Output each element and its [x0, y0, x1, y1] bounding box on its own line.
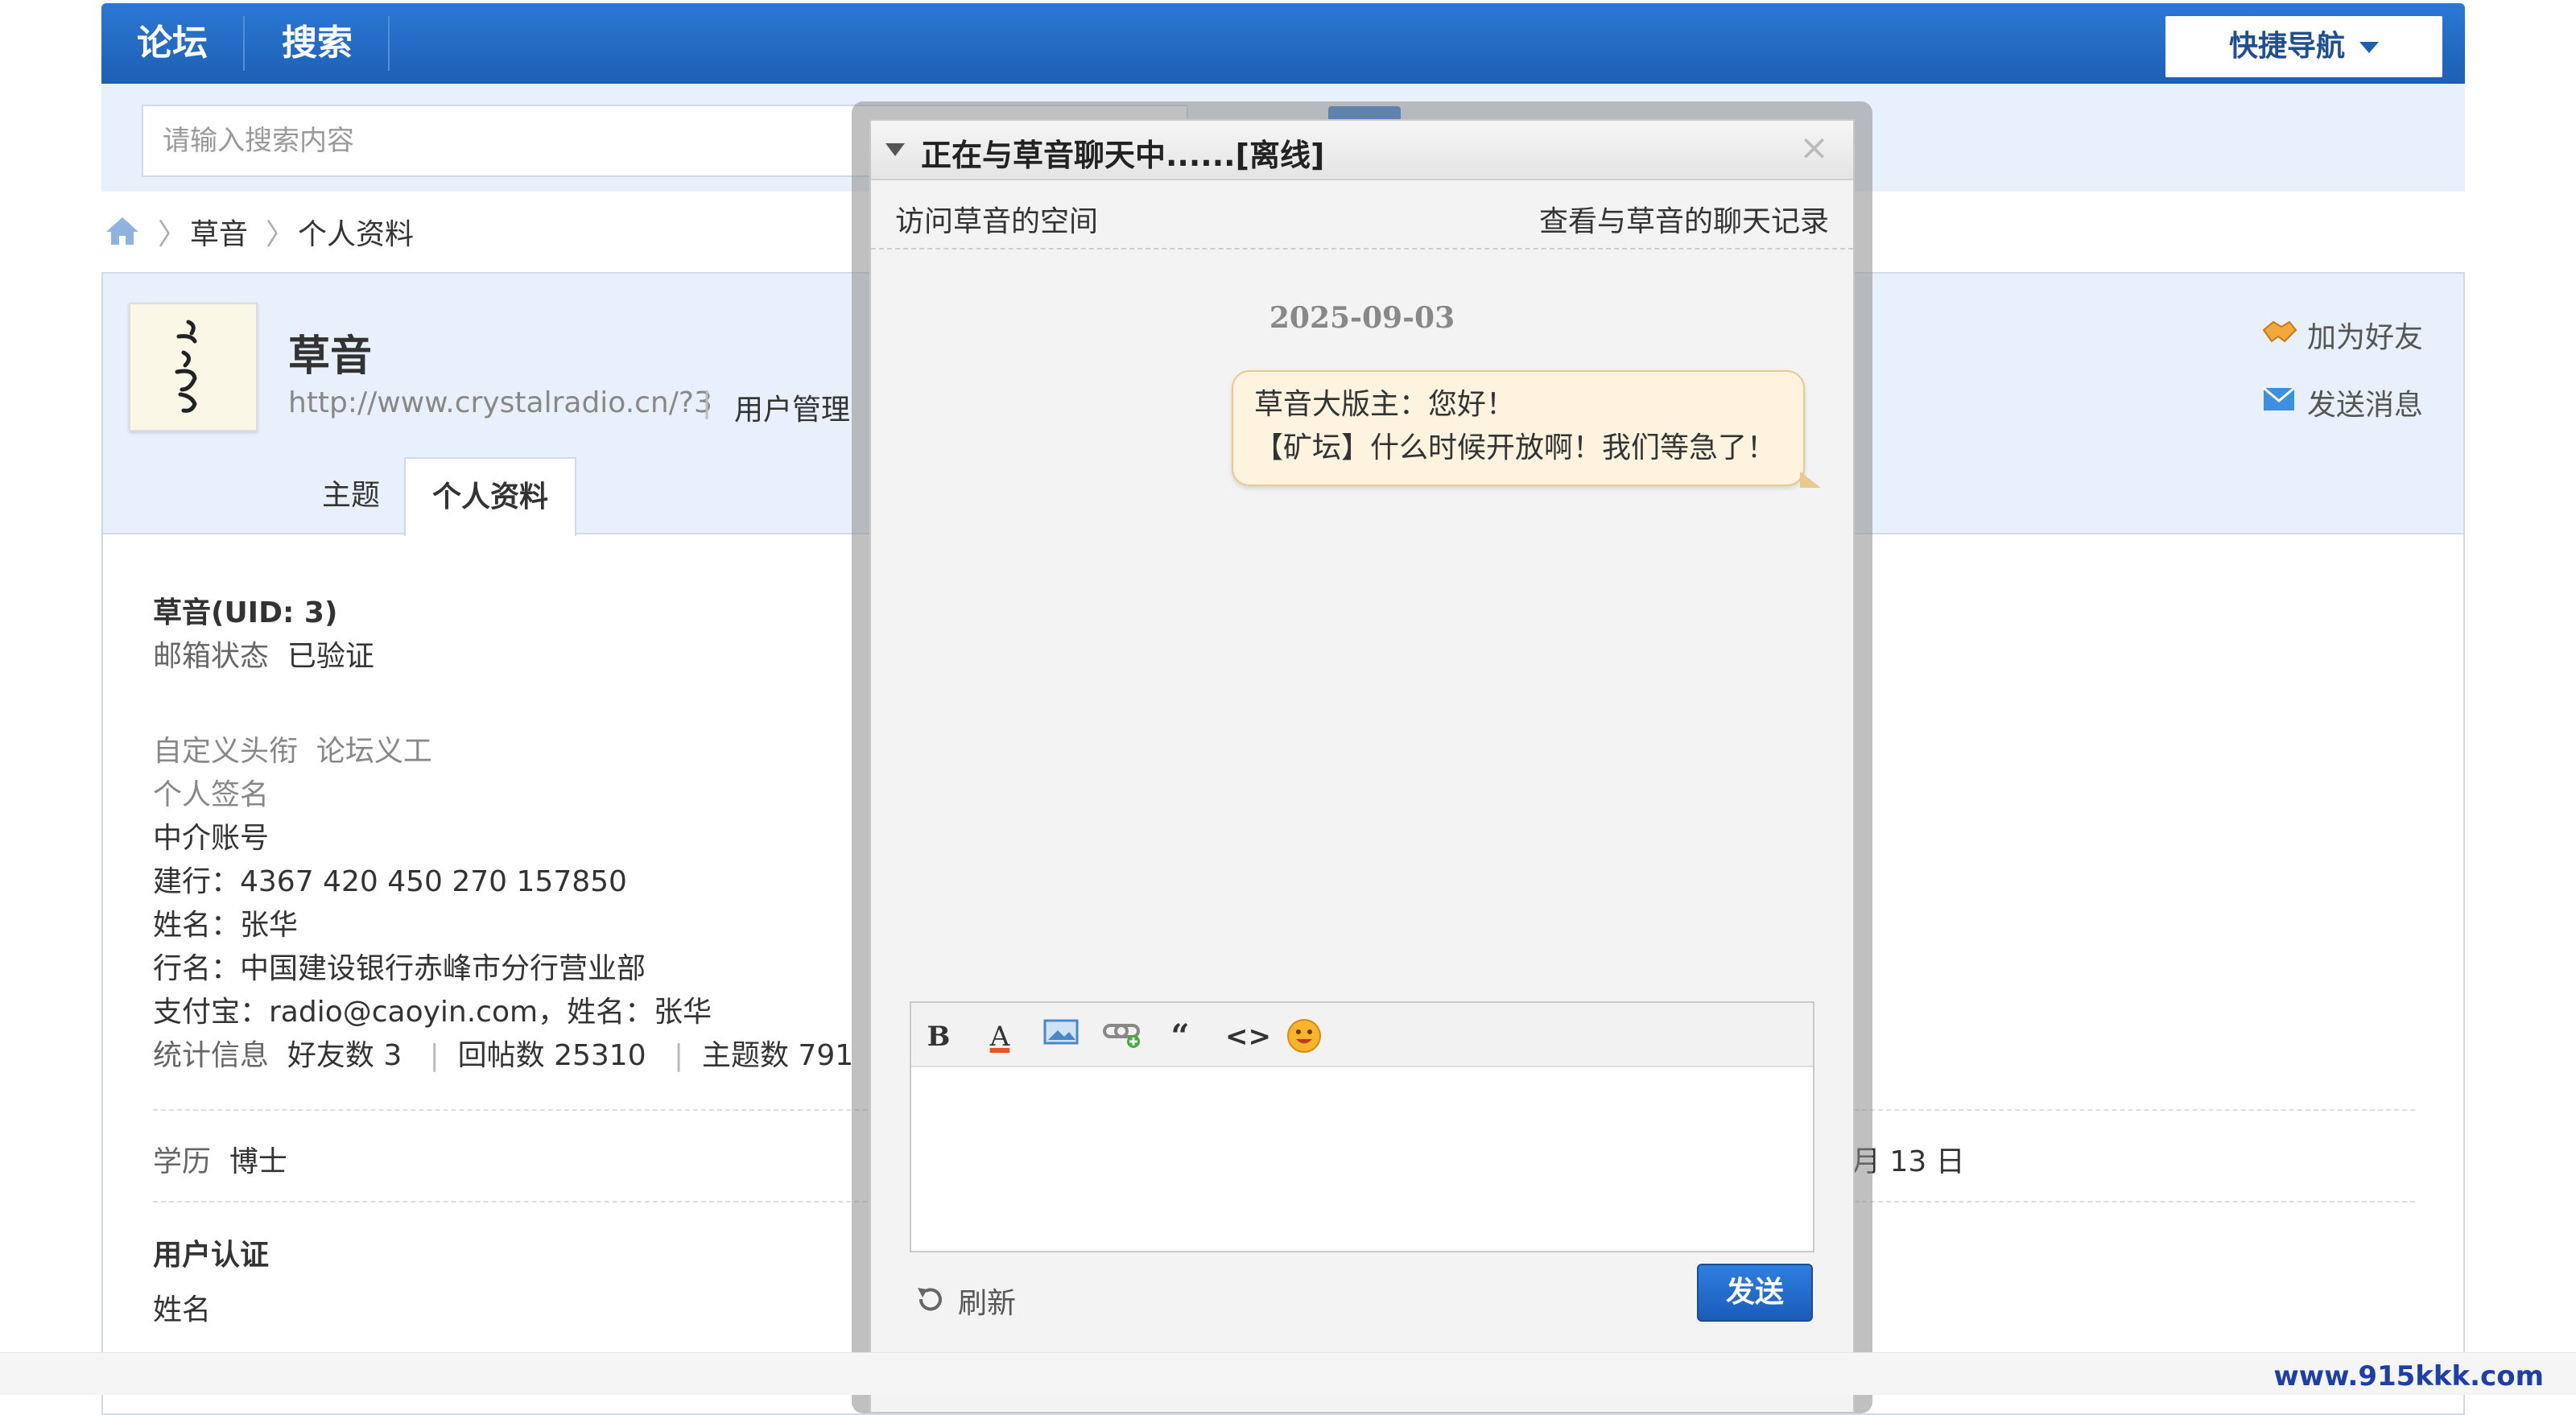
add-friend-button[interactable]: 加为好友 — [2260, 314, 2454, 354]
breadcrumb-separator: 〉 — [158, 218, 188, 251]
quick-nav-label: 快捷导航 — [2228, 30, 2345, 63]
signature-line: 姓名：张华 — [153, 909, 299, 942]
chat-message-bubble: 草音大版主：您好！ 【矿坛】什么时候开放啊！我们等急了！ — [1232, 370, 1821, 488]
certification-heading: 用户认证 — [153, 1239, 270, 1272]
nav-separator — [243, 16, 245, 71]
top-nav-bar: 论坛 搜索 快捷导航 — [101, 3, 2465, 84]
signature-line: 建行：4367 420 450 270 157850 — [153, 865, 627, 898]
nav-search[interactable]: 搜索 — [282, 3, 353, 84]
close-icon[interactable]: × — [1799, 127, 1829, 168]
signature-line: 支付宝：radio@caoyin.com，姓名：张华 — [153, 996, 712, 1029]
chevron-down-icon — [2359, 42, 2379, 53]
url-separator: | — [702, 386, 712, 419]
send-message-label: 发送消息 — [2307, 389, 2424, 422]
chat-history-link[interactable]: 查看与草音的聊天记录 — [1539, 198, 1829, 240]
link-icon[interactable] — [1103, 1017, 1141, 1056]
nav-forum[interactable]: 论坛 — [137, 3, 208, 84]
signature-line: 行名：中国建设银行赤峰市分行营业部 — [153, 952, 646, 985]
image-icon[interactable] — [1042, 1017, 1080, 1056]
stats-friends[interactable]: 好友数 3 — [287, 1039, 402, 1072]
refresh-label: 刷新 — [958, 1287, 1017, 1320]
uid-line: 草音(UID: 3) — [153, 596, 338, 629]
chat-dialog: 正在与草音聊天中......[离线] × 访问草音的空间 查看与草音的聊天记录 … — [869, 119, 1855, 1413]
user-management-menu[interactable]: 用户管理 — [734, 386, 850, 428]
quote-icon[interactable]: “ — [1161, 1017, 1199, 1056]
stats-separator: | — [429, 1039, 440, 1072]
education-label: 学历 — [153, 1145, 212, 1178]
custom-title-label: 自定义头衔 — [153, 735, 299, 768]
email-status-value: 已验证 — [287, 640, 374, 673]
stats-label: 统计信息 — [153, 1039, 270, 1072]
education: 学历 博士 — [153, 1138, 287, 1180]
bold-icon[interactable]: B — [919, 1017, 958, 1056]
bubble-tail — [1800, 472, 1821, 488]
font-color-letter: A — [989, 1021, 1010, 1053]
message-editor: B A “ <> — [910, 1001, 1814, 1252]
email-status: 邮箱状态 已验证 — [153, 633, 374, 674]
refresh-icon — [913, 1281, 948, 1324]
quick-nav-button[interactable]: 快捷导航 — [2165, 16, 2442, 77]
breadcrumb-separator: 〉 — [266, 218, 295, 251]
profile-name: 草音 — [288, 332, 373, 381]
collapse-triangle-icon[interactable] — [886, 143, 905, 156]
refresh-button[interactable]: 刷新 — [913, 1280, 1034, 1320]
font-color-icon[interactable]: A — [980, 1017, 1019, 1056]
editor-toolbar: B A “ <> — [911, 1003, 1813, 1067]
message-line: 草音大版主：您好！ — [1254, 388, 1516, 421]
add-friend-label: 加为好友 — [2307, 321, 2424, 354]
signature-line: 中介账号 — [153, 822, 270, 855]
custom-title-value: 论坛义工 — [316, 735, 432, 768]
message-line: 【矿坛】什么时候开放啊！我们等急了！ — [1254, 431, 1777, 464]
tab-profile[interactable]: 个人资料 — [404, 457, 576, 536]
chat-title: 正在与草音聊天中......[离线] — [921, 138, 1325, 173]
chat-title-bar[interactable]: 正在与草音聊天中......[离线] × — [871, 121, 1853, 180]
envelope-icon — [2260, 383, 2297, 423]
watermark: www.915kkk.com — [2273, 1360, 2544, 1392]
stats-line: 统计信息 好友数 3 | 回帖数 25310 | 主题数 791 — [153, 1032, 853, 1074]
custom-title: 自定义头衔 论坛义工 — [153, 728, 432, 769]
tab-topics[interactable]: 主题 — [287, 457, 415, 534]
chat-date: 2025-09-03 — [1269, 301, 1455, 335]
breadcrumb-user[interactable]: 草音 — [190, 211, 248, 253]
avatar[interactable] — [129, 303, 258, 431]
message-textarea[interactable] — [911, 1067, 1813, 1252]
stats-topics[interactable]: 主题数 791 — [702, 1039, 853, 1072]
stats-separator: | — [673, 1039, 684, 1072]
certification-name: 姓名 — [153, 1293, 212, 1326]
bottom-strip — [0, 1352, 2576, 1395]
chat-links-bar: 访问草音的空间 查看与草音的聊天记录 — [871, 180, 1853, 250]
code-icon[interactable]: <> — [1225, 1017, 1271, 1056]
handshake-icon — [2260, 316, 2297, 355]
profile-url[interactable]: http://www.crystalradio.cn/?3 — [288, 386, 712, 419]
breadcrumb-current: 个人资料 — [298, 218, 415, 251]
home-icon[interactable] — [105, 216, 140, 254]
emoji-icon[interactable] — [1285, 1017, 1323, 1056]
stats-replies[interactable]: 回帖数 25310 — [458, 1039, 646, 1072]
email-status-label: 邮箱状态 — [153, 640, 270, 673]
nav-separator — [388, 16, 390, 71]
send-button[interactable]: 发送 — [1697, 1264, 1813, 1322]
education-value: 博士 — [229, 1145, 287, 1178]
send-message-button[interactable]: 发送消息 — [2260, 382, 2454, 422]
visit-space-link[interactable]: 访问草音的空间 — [895, 198, 1098, 240]
signature-label: 个人签名 — [153, 778, 270, 811]
